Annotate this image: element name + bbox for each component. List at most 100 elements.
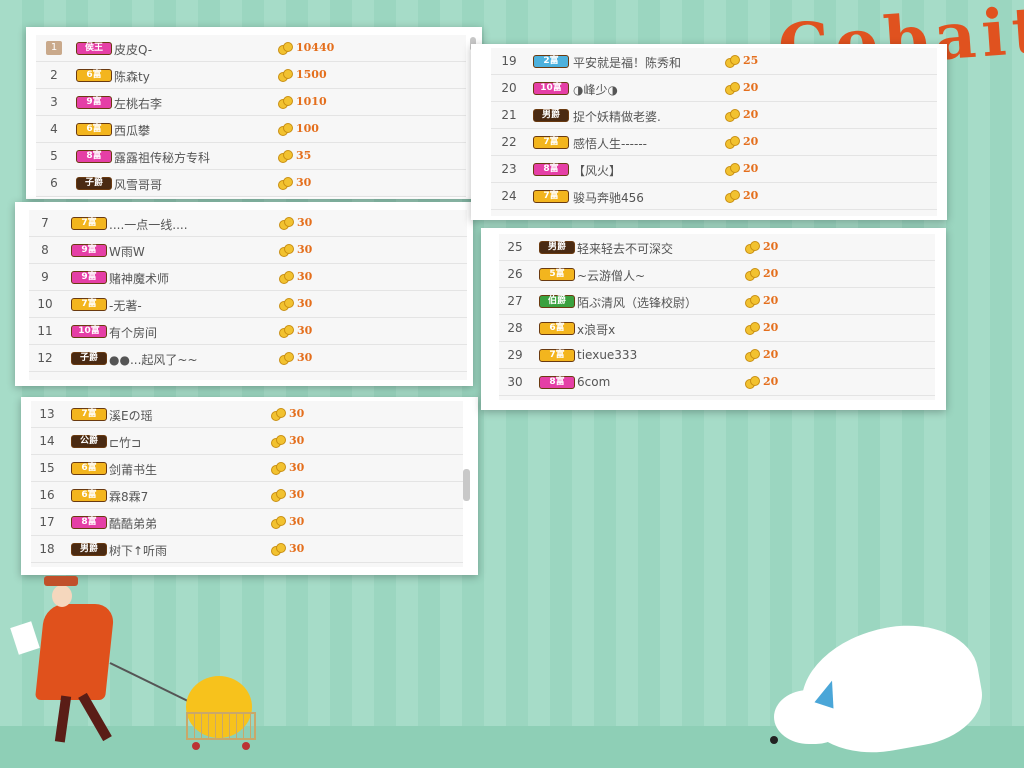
leaderboard-row[interactable]: 18 男爵 树下↑听雨 30 [31,536,463,563]
rank-number: 16 [39,488,55,502]
user-name[interactable]: 露露祖传秘方专科 [114,149,210,166]
leaderboard-panel-5: 25 男爵 轻来轻去不可深交 20 26 5富 ~云游僧人~ 20 27 伯爵 陌ぷ清风（选锋校尉）… [481,228,946,410]
rank-number: 4 [50,122,58,136]
rank-badge: 8富 [533,163,569,176]
user-name[interactable]: 骏马奔驰456 [573,189,644,206]
coin-icon [279,270,294,284]
leaderboard-row[interactable]: 8 9富 W雨W 30 [29,237,467,264]
user-name[interactable]: 溪Eの瑶 [109,407,153,424]
leaderboard-row[interactable]: 12 子爵 ●●...起风了~~ 30 [29,345,467,372]
score-value: 30 [297,216,313,229]
user-name[interactable]: 左桃右李 [114,95,162,112]
user-name[interactable]: 有个房间 [109,324,157,341]
user-name[interactable]: ⊏竹⊐ [109,434,141,451]
leaderboard-row[interactable]: 16 6富 霖8霖7 30 [31,482,463,509]
user-name[interactable]: ●●...起风了~~ [109,351,198,368]
rank-number: 15 [39,461,55,475]
leaderboard-panel-4: 19 2富 平安就是福！陈秀和 25 20 10富 ◑峰少◑ 20 21 男爵 捉个妖精做老婆. 20… [471,44,947,220]
user-name[interactable]: 感悟人生------ [573,135,647,152]
rank-badge: 侯王 [76,42,112,55]
leaderboard-row[interactable]: 29 7富 tiexue333 20 [499,342,935,369]
leaderboard-row[interactable]: 13 7富 溪Eの瑶 30 [31,401,463,428]
leaderboard-row[interactable]: 7 7富 ....一点一线.... 30 [29,210,467,237]
rank-number: 7 [41,216,49,230]
leaderboard-row[interactable]: 10 7富 -无著- 30 [29,291,467,318]
user-name[interactable]: 捉个妖精做老婆. [573,108,661,125]
user-name[interactable]: ....一点一线.... [109,216,188,233]
rank-badge: 男爵 [71,543,107,556]
leaderboard-row[interactable]: 28 6富 x浪哥x 20 [499,315,935,342]
coin-icon [279,324,294,338]
leaderboard-row[interactable]: 15 6富 剑莆书生 30 [31,455,463,482]
leaderboard-row[interactable]: 1 侯王 皮皮Q- 10440 [36,35,466,62]
user-name[interactable]: 风雪哥哥 [114,176,162,193]
user-name[interactable]: 树下↑听雨 [109,542,167,559]
user-name[interactable]: 西瓜攀 [114,122,150,139]
cart-wheel [192,742,200,750]
leaderboard-row[interactable]: 19 2富 平安就是福！陈秀和 25 [491,48,937,75]
coin-icon [725,162,740,176]
leaderboard-row[interactable]: 24 7富 骏马奔驰456 20 [491,183,937,210]
leaderboard-row[interactable]: 17 8富 酷酷弟弟 30 [31,509,463,536]
leaderboard-row[interactable]: 22 7富 感悟人生------ 20 [491,129,937,156]
rank-badge: 6富 [539,322,575,335]
polar-bear-nose [770,736,778,744]
rank-number: 30 [507,375,523,389]
rank-number: 25 [507,240,523,254]
leaderboard-row[interactable]: 2 6富 陈森ty 1500 [36,62,466,89]
score-value: 30 [289,515,305,528]
rank-number: 6 [50,176,58,190]
user-name[interactable]: 陌ぷ清风（选锋校尉） [577,294,697,311]
leaderboard-row[interactable]: 9 9富 赌神魔术师 30 [29,264,467,291]
leaderboard-row[interactable]: 27 伯爵 陌ぷ清风（选锋校尉） 20 [499,288,935,315]
user-name[interactable]: 剑莆书生 [109,461,157,478]
leaderboard-row[interactable]: 21 男爵 捉个妖精做老婆. 20 [491,102,937,129]
rank-number: 2 [50,68,58,82]
user-name[interactable]: 轻来轻去不可深交 [577,240,673,257]
leaderboard-row[interactable]: 23 8富 【风火】 20 [491,156,937,183]
cart-wheel [242,742,250,750]
rank-badge: 男爵 [533,109,569,122]
user-name[interactable]: 酷酷弟弟 [109,515,157,532]
rank-number: 9 [41,270,49,284]
leaderboard-row[interactable]: 11 10富 有个房间 30 [29,318,467,345]
user-name[interactable]: 平安就是福！陈秀和 [573,54,681,71]
user-name[interactable]: ~云游僧人~ [577,267,645,284]
rank-number: 21 [501,108,517,122]
user-name[interactable]: 6com [577,375,610,389]
coin-icon [279,243,294,257]
user-name[interactable]: 陈森ty [114,68,150,85]
coin-icon [745,375,760,389]
user-name[interactable]: 皮皮Q- [114,41,152,58]
coin-icon [271,515,286,529]
score-value: 30 [289,461,305,474]
user-name[interactable]: 赌神魔术师 [109,270,169,287]
rank-badge: 9富 [76,96,112,109]
rank-badge: 8富 [76,150,112,163]
leaderboard-row[interactable]: 4 6富 西瓜攀 100 [36,116,466,143]
leaderboard-row[interactable]: 6 子爵 风雪哥哥 30 [36,170,466,197]
score-value: 20 [763,348,779,361]
leaderboard-row[interactable]: 20 10富 ◑峰少◑ 20 [491,75,937,102]
leaderboard-row[interactable]: 3 9富 左桃右李 1010 [36,89,466,116]
leaderboard-row[interactable]: 26 5富 ~云游僧人~ 20 [499,261,935,288]
user-name[interactable]: 霖8霖7 [109,488,148,505]
man-illustration [34,604,116,700]
rank-number: 11 [37,324,53,338]
coin-icon [271,488,286,502]
leaderboard-row[interactable]: 25 男爵 轻来轻去不可深交 20 [499,234,935,261]
user-name[interactable]: 【风火】 [573,162,621,179]
leaderboard-row[interactable]: 14 公爵 ⊏竹⊐ 30 [31,428,463,455]
user-name[interactable]: x浪哥x [577,321,615,338]
coin-icon [278,122,293,136]
user-name[interactable]: tiexue333 [577,348,637,362]
coin-icon [745,294,760,308]
user-name[interactable]: ◑峰少◑ [573,81,618,98]
rank-number: 24 [501,189,517,203]
coin-icon [271,542,286,556]
leaderboard-row[interactable]: 5 8富 露露祖传秘方专科 35 [36,143,466,170]
leaderboard-row[interactable]: 30 8富 6com 20 [499,369,935,396]
user-name[interactable]: W雨W [109,243,145,260]
scrollbar[interactable] [463,469,470,501]
user-name[interactable]: -无著- [109,297,142,314]
